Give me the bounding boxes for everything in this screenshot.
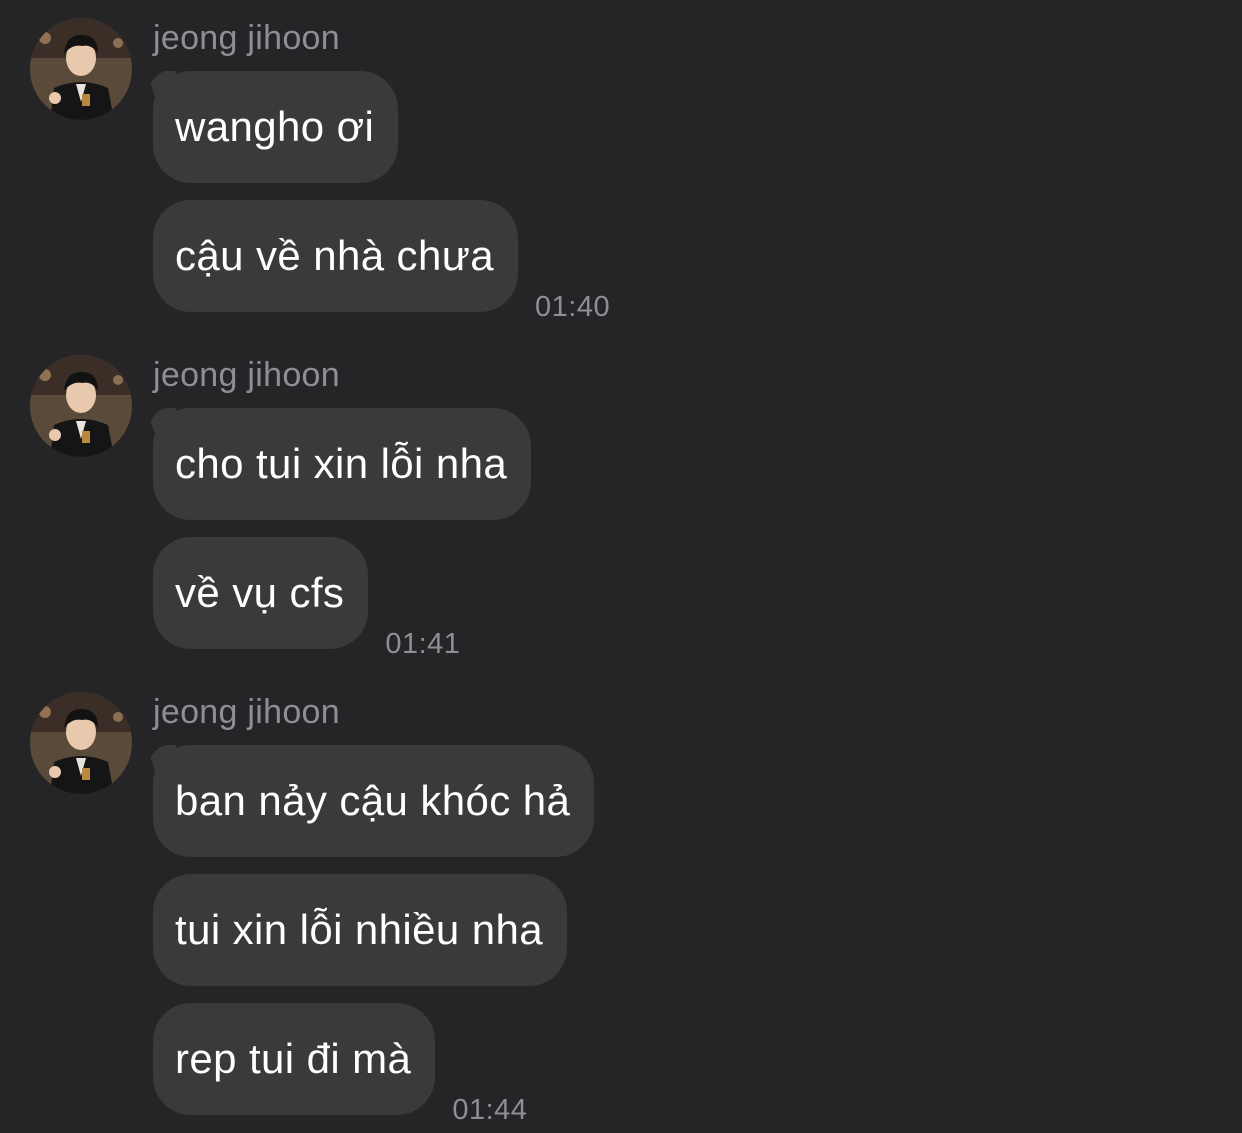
message-row: tui xin lỗi nhiều nha [153, 874, 567, 986]
sender-name: jeong jihoon [153, 19, 340, 57]
avatar[interactable] [30, 355, 132, 457]
avatar[interactable] [30, 692, 132, 794]
avatar-photo-icon [30, 355, 132, 457]
message-bubble[interactable]: tui xin lỗi nhiều nha [153, 874, 567, 986]
message-bubble[interactable]: cậu về nhà chưa [153, 200, 518, 312]
message-bubble[interactable]: về vụ cfs [153, 537, 369, 649]
message-row: về vụ cfs 01:41 [153, 537, 460, 659]
avatar-photo-icon [30, 18, 132, 120]
message-timestamp: 01:40 [535, 291, 611, 323]
message-bubble[interactable]: wangho ơi [153, 71, 399, 183]
message-row: cho tui xin lỗi nha [153, 408, 532, 520]
avatar[interactable] [30, 18, 132, 120]
message-bubble[interactable]: cho tui xin lỗi nha [153, 408, 532, 520]
avatar-photo-icon [30, 692, 132, 794]
message-timestamp: 01:44 [452, 1094, 528, 1126]
sender-name: jeong jihoon [153, 693, 340, 731]
message-bubble[interactable]: ban nảy cậu khóc hả [153, 745, 595, 857]
message-bubble[interactable]: rep tui đi mà [153, 1003, 436, 1115]
message-row: wangho ơi [153, 71, 399, 183]
sender-name: jeong jihoon [153, 356, 340, 394]
message-row: ban nảy cậu khóc hả [153, 745, 595, 857]
message-timestamp: 01:41 [385, 628, 461, 660]
message-row: cậu về nhà chưa 01:40 [153, 200, 610, 322]
message-row: rep tui đi mà 01:44 [153, 1003, 527, 1125]
